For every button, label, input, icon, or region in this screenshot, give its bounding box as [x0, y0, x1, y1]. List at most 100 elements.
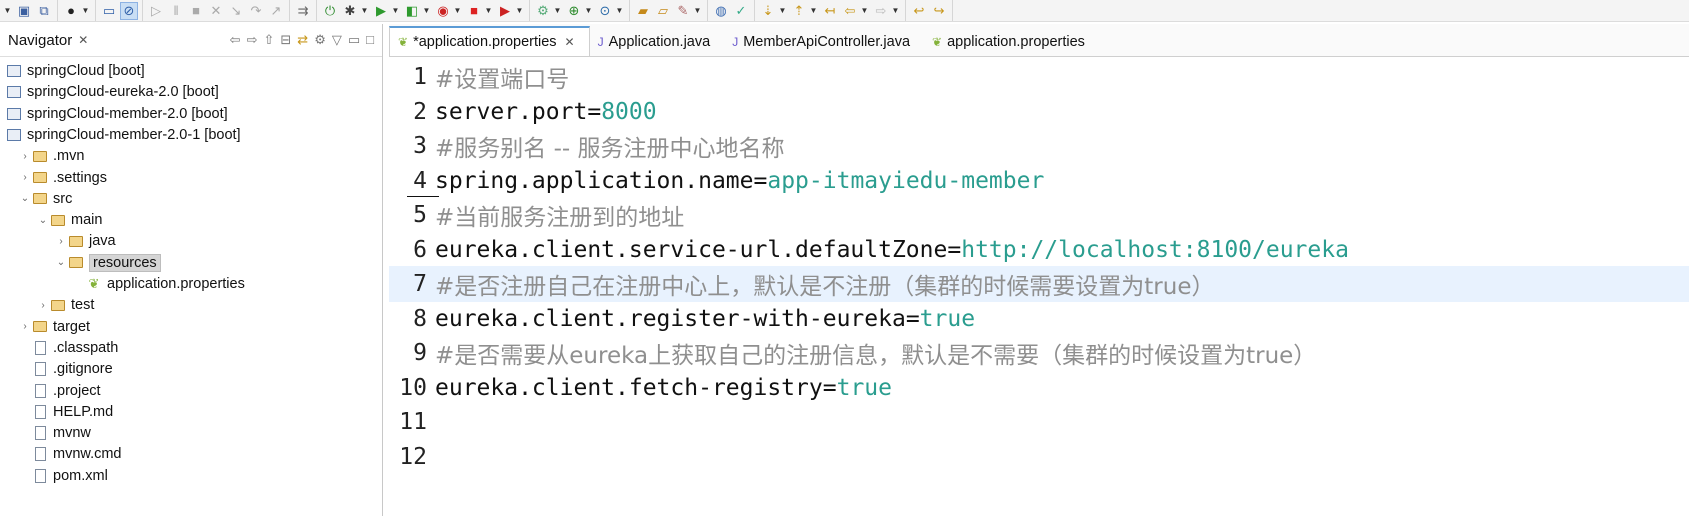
open-task-icon[interactable]: ▱: [654, 2, 672, 20]
save-all-icon[interactable]: ⧉: [35, 2, 53, 20]
view-menu-icon[interactable]: ▽: [332, 32, 342, 48]
search-icon[interactable]: ✎: [674, 2, 692, 20]
tree-item[interactable]: › test: [36, 294, 94, 316]
new-package-icon[interactable]: ⊙: [596, 2, 614, 20]
coverage-dropdown-icon[interactable]: ▼: [422, 2, 431, 20]
run-external-icon[interactable]: ◉: [434, 2, 452, 20]
server-dropdown-icon[interactable]: ▼: [553, 2, 562, 20]
code-line[interactable]: 10 eureka.client.fetch-registry=true: [389, 370, 1689, 406]
new-class-icon[interactable]: ⊕: [565, 2, 583, 20]
tree-item[interactable]: ❦ application.properties: [72, 273, 245, 295]
tree-item[interactable]: › .mvn: [18, 145, 84, 167]
tree-item[interactable]: pom.xml: [18, 465, 108, 487]
code-line[interactable]: 9 #是否需要从eureka上获取自己的注册信息，默认是不需要（集群的时候设置为t…: [389, 335, 1689, 371]
run-dropdown-icon[interactable]: ▼: [391, 2, 400, 20]
back-icon[interactable]: ⇦: [841, 2, 859, 20]
skip-breakpoints-icon[interactable]: ⊘: [120, 1, 138, 20]
prev-edit-dropdown-icon[interactable]: ▼: [809, 2, 818, 20]
terminate-icon[interactable]: ■: [187, 2, 205, 20]
dropdown-icon[interactable]: ▼: [3, 2, 12, 20]
back-dropdown-icon[interactable]: ▼: [860, 2, 869, 20]
link-editor-icon[interactable]: ⇄: [297, 32, 308, 48]
chevron-right-icon[interactable]: ›: [54, 236, 68, 247]
tab-member-api-controller-java[interactable]: J MemberApiController.java: [724, 28, 924, 56]
tree-item[interactable]: springCloud-member-2.0-1 [boot]: [6, 124, 241, 146]
filter-icon[interactable]: ⚙: [314, 32, 326, 48]
chevron-right-icon[interactable]: ›: [18, 321, 32, 332]
chevron-right-icon[interactable]: ›: [18, 151, 32, 162]
collapse-all-icon[interactable]: ⊟: [280, 32, 291, 48]
forward-icon[interactable]: ⇨: [247, 32, 258, 48]
pin-icon[interactable]: ↩: [910, 2, 928, 20]
maximize-icon[interactable]: □: [366, 32, 374, 48]
coverage-icon[interactable]: ◧: [403, 2, 421, 20]
run-icon[interactable]: ▶: [372, 2, 390, 20]
launch-icon[interactable]: ▶: [496, 2, 514, 20]
profile-dropdown-icon[interactable]: ▼: [81, 2, 90, 20]
tree-item[interactable]: .gitignore: [18, 358, 113, 380]
terminal-icon[interactable]: ▭: [100, 2, 118, 20]
step-into-icon[interactable]: ↘: [227, 2, 245, 20]
code-line[interactable]: 1 #设置端口号: [389, 59, 1689, 95]
code-line[interactable]: 3 #服务别名 -- 服务注册中心地名称: [389, 128, 1689, 164]
stop-dropdown-icon[interactable]: ▼: [484, 2, 493, 20]
suspend-icon[interactable]: ‖: [167, 2, 185, 20]
step-return-icon[interactable]: ↗: [267, 2, 285, 20]
tab-application-properties[interactable]: ❦ application.properties: [924, 28, 1099, 56]
tree-item[interactable]: mvnw: [18, 422, 91, 444]
tree-item[interactable]: .project: [18, 380, 101, 402]
launch-dropdown-icon[interactable]: ▼: [515, 2, 524, 20]
tab-application-java[interactable]: J Application.java: [590, 28, 725, 56]
forward-dropdown-icon[interactable]: ▼: [891, 2, 900, 20]
last-edit-icon[interactable]: ↤: [821, 2, 839, 20]
debug-icon[interactable]: ✱: [341, 2, 359, 20]
code-line[interactable]: 11: [389, 404, 1689, 440]
package-dropdown-icon[interactable]: ▼: [615, 2, 624, 20]
tree-item[interactable]: › java: [54, 230, 115, 252]
debug-dropdown-icon[interactable]: ▼: [360, 2, 369, 20]
external-dropdown-icon[interactable]: ▼: [453, 2, 462, 20]
tree-item[interactable]: ⌄ src: [18, 188, 73, 210]
tree-item[interactable]: springCloud-eureka-2.0 [boot]: [6, 81, 219, 103]
tree-item[interactable]: › .settings: [18, 167, 107, 189]
stop-icon[interactable]: ■: [465, 2, 483, 20]
tree-item[interactable]: ⌄ resources: [54, 252, 161, 274]
close-icon[interactable]: ✕: [565, 35, 575, 49]
chevron-down-icon[interactable]: ⌄: [36, 215, 50, 226]
prev-edit-icon[interactable]: ⇡: [790, 2, 808, 20]
back-icon[interactable]: ⇦: [230, 32, 241, 48]
tree-item[interactable]: springCloud-member-2.0 [boot]: [6, 103, 228, 125]
use-step-filters-icon[interactable]: ⇉: [294, 2, 312, 20]
web-browser-icon[interactable]: ◍: [712, 2, 730, 20]
forward-icon[interactable]: ⇨: [872, 2, 890, 20]
resume-icon[interactable]: ▷: [147, 2, 165, 20]
spring-boot-icon[interactable]: ⏻: [321, 2, 339, 20]
tree-item[interactable]: .classpath: [18, 337, 118, 359]
tree-item[interactable]: › target: [18, 316, 90, 338]
code-line[interactable]: 5 #当前服务注册到的地址: [389, 197, 1689, 233]
chevron-right-icon[interactable]: ›: [18, 172, 32, 183]
code-line[interactable]: 8 eureka.client.register-with-eureka=true: [389, 301, 1689, 337]
disconnect-icon[interactable]: ✕: [207, 2, 225, 20]
code-line[interactable]: 7 #是否注册自己在注册中心上，默认是不注册（集群的时候需要设置为true）: [389, 266, 1689, 302]
step-over-icon[interactable]: ↷: [247, 2, 265, 20]
tab-application-properties-dirty[interactable]: ❦ *application.properties ✕: [389, 26, 590, 56]
code-line[interactable]: 6 eureka.client.service-url.defaultZone=h…: [389, 232, 1689, 268]
open-type-icon[interactable]: ▰: [634, 2, 652, 20]
chevron-right-icon[interactable]: ›: [36, 300, 50, 311]
new-server-icon[interactable]: ⚙: [534, 2, 552, 20]
next-annotation-icon[interactable]: ✓: [732, 2, 750, 20]
code-editor[interactable]: 1 #设置端口号 2 server.port=8000 3 #服务别名 -- 服务注册中心…: [389, 57, 1689, 516]
code-line[interactable]: 2 server.port=8000: [389, 94, 1689, 130]
profile-icon[interactable]: ●: [62, 2, 80, 20]
up-icon[interactable]: ⇧: [263, 32, 274, 48]
tree-item[interactable]: HELP.md: [18, 401, 113, 423]
chevron-down-icon[interactable]: ⌄: [18, 193, 32, 204]
search-dropdown-icon[interactable]: ▼: [693, 2, 702, 20]
minimize-icon[interactable]: ▭: [348, 32, 360, 48]
next-edit-dropdown-icon[interactable]: ▼: [778, 2, 787, 20]
save-icon[interactable]: ▣: [15, 2, 33, 20]
tree-item[interactable]: mvnw.cmd: [18, 443, 122, 465]
chevron-down-icon[interactable]: ⌄: [54, 257, 68, 268]
class-dropdown-icon[interactable]: ▼: [584, 2, 593, 20]
